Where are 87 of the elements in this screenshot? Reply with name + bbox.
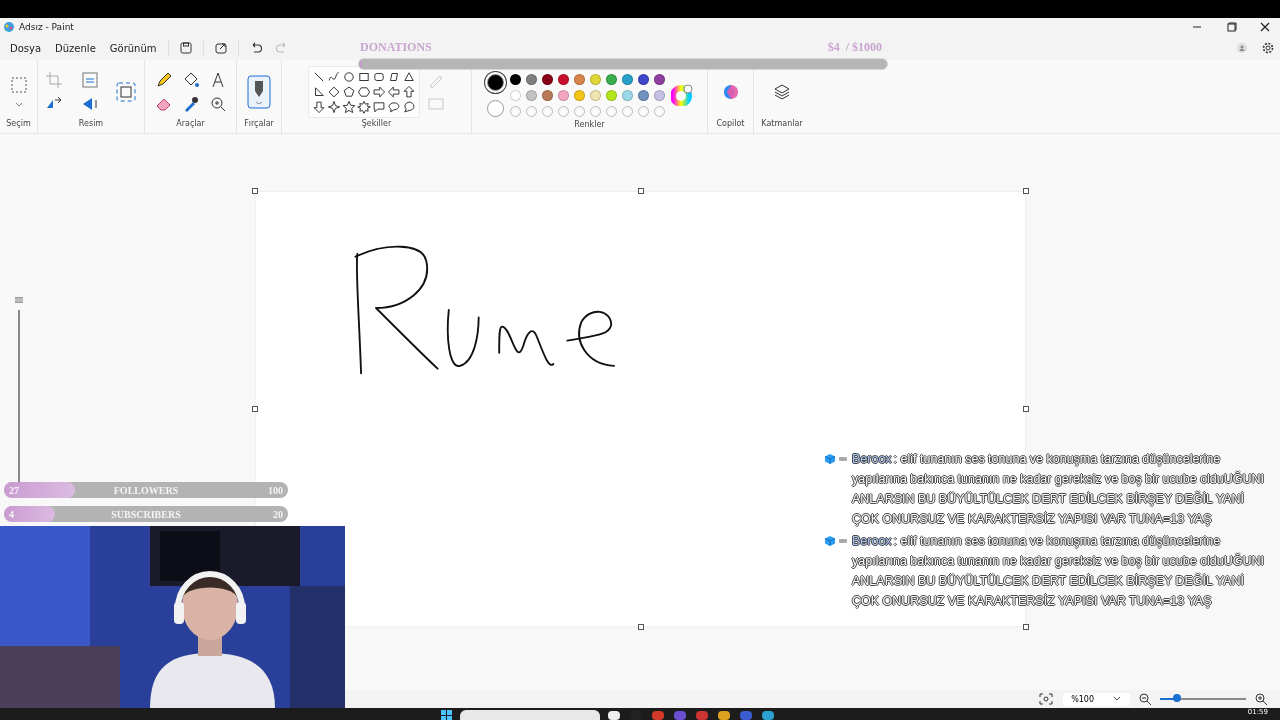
group-label: Resim	[77, 119, 105, 130]
shape-icon[interactable]	[401, 84, 416, 99]
taskbar-app-icon[interactable]	[606, 708, 622, 720]
color-swatch[interactable]	[621, 73, 633, 85]
goal-target: 20	[272, 508, 284, 520]
resize-handle[interactable]	[1023, 624, 1029, 630]
group-label: Araçlar	[175, 119, 206, 130]
image-resize-icon[interactable]	[114, 79, 138, 104]
color-swatch[interactable]	[637, 73, 649, 85]
shape-icon[interactable]	[341, 69, 356, 84]
color-swatch[interactable]	[637, 89, 649, 101]
current-color-swatch[interactable]	[486, 99, 504, 117]
chevron-icon[interactable]	[13, 100, 24, 109]
taskbar-app-icon[interactable]	[716, 708, 732, 720]
goal-label: SUBSCRIBERS	[110, 508, 182, 520]
badge-icon	[838, 537, 848, 545]
taskbar-app-icon[interactable]	[760, 708, 776, 720]
zoom-dropdown[interactable]: %100	[1063, 692, 1130, 706]
shape-icon[interactable]	[326, 99, 341, 114]
fit-screen-icon[interactable]	[1037, 692, 1056, 706]
color-swatch[interactable]	[557, 89, 569, 101]
shape-icon[interactable]	[401, 99, 416, 114]
group-label: Şekiller	[360, 119, 393, 130]
shape-icon[interactable]	[356, 99, 371, 114]
resize-handle[interactable]	[638, 624, 644, 630]
color-swatch[interactable]	[589, 73, 601, 85]
paint-app-icon	[3, 21, 15, 33]
shape-icon[interactable]	[401, 69, 416, 84]
shape-icon[interactable]	[326, 84, 341, 99]
color-swatch[interactable]	[509, 73, 521, 85]
resize-handle[interactable]	[252, 406, 258, 412]
cube-icon	[824, 535, 836, 547]
color-swatch[interactable]	[557, 73, 569, 85]
resize-handle[interactable]	[1023, 188, 1029, 194]
color-swatch[interactable]	[525, 89, 537, 101]
zoom-in-icon[interactable]	[1254, 692, 1268, 706]
color-swatch[interactable]	[541, 73, 553, 85]
shape-icon[interactable]	[341, 99, 356, 114]
color-swatch[interactable]	[573, 89, 585, 101]
color-swatch[interactable]	[653, 89, 665, 101]
resize-handle[interactable]	[252, 188, 258, 194]
group-label: Fırçalar	[243, 119, 275, 130]
color-swatch[interactable]	[509, 89, 521, 101]
color-swatch[interactable]	[605, 89, 617, 101]
color-wheel-icon[interactable]	[670, 84, 693, 106]
menu-item[interactable]: Dosya	[4, 39, 48, 57]
donation-goal: / $1000	[845, 40, 882, 55]
menu-item[interactable]: Görünüm	[103, 39, 163, 57]
color-swatch[interactable]	[621, 89, 633, 101]
color-swatch[interactable]	[605, 73, 617, 85]
resize-handle[interactable]	[1023, 406, 1029, 412]
group-label: Renkler	[573, 120, 606, 131]
color-swatch[interactable]	[525, 73, 537, 85]
group-label: Seçim	[5, 119, 32, 130]
resize-handle[interactable]	[638, 188, 644, 194]
chat-message: Beroox : elif tunanın ses tonuna ve konuşma tarzına düşüncelerine yapılarına bakınca tunanın ne kadar gereksiz ve boş bir ucube olduUĞUNI ANLARSIN BU BÜYÜLTÜLCEK DERT EDİLCEK BİRŞEY DEĞİL YANİ ÇOK ONURSUZ VE KARAKTERSİZ YAPISI VAR TUNA=13 YAŞ	[852, 533, 1266, 611]
donation-amount: $4	[827, 40, 840, 55]
shape-icon[interactable]	[386, 84, 401, 99]
menu-item[interactable]: Düzenle	[49, 39, 102, 57]
current-color-swatch[interactable]	[486, 73, 504, 91]
shape-icon[interactable]	[356, 84, 371, 99]
brush-icon[interactable]	[247, 74, 271, 109]
chat-message: Beroox : elif tunanın ses tonuna ve konuşma tarzına düşüncelerine yapılarına bakınca tunanın ne kadar gereksiz ve boş bir ucube olduUĞUNI ANLARSIN BU BÜYÜLTÜLCEK DERT EDİLCEK BİRŞEY DEĞİL YANİ ÇOK ONURSUZ VE KARAKTERSİZ YAPISI VAR TUNA=13 YAŞ	[852, 451, 1266, 529]
shape-icon[interactable]	[311, 99, 326, 114]
cube-icon	[824, 453, 836, 465]
chevron-icon	[1112, 695, 1122, 703]
color-swatch[interactable]	[573, 73, 585, 85]
taskbar-search-field[interactable]	[460, 710, 600, 720]
group-label: Katmanlar	[760, 119, 804, 130]
zoom-slider-thumb[interactable]	[1173, 694, 1182, 702]
shape-icon[interactable]	[371, 84, 386, 99]
shape-icon[interactable]	[386, 99, 401, 114]
color-swatch[interactable]	[541, 89, 553, 101]
color-swatch[interactable]	[589, 89, 601, 101]
color-swatch[interactable]	[653, 73, 665, 85]
group-label: Copilot	[715, 119, 746, 130]
goal-label: FOLLOWERS	[112, 484, 180, 496]
goal-current: 27	[8, 484, 20, 496]
flag-icon	[14, 296, 24, 304]
zoom-out-icon[interactable]	[1138, 692, 1152, 706]
goal-current: 4	[8, 508, 15, 520]
badge-icon	[838, 455, 848, 463]
goal-target: 100	[267, 484, 284, 496]
window-title: Adsız - Paint	[19, 22, 74, 32]
start-icon[interactable]	[440, 708, 454, 720]
shape-icon[interactable]	[341, 84, 356, 99]
donations-title: DONATIONS	[360, 40, 432, 55]
